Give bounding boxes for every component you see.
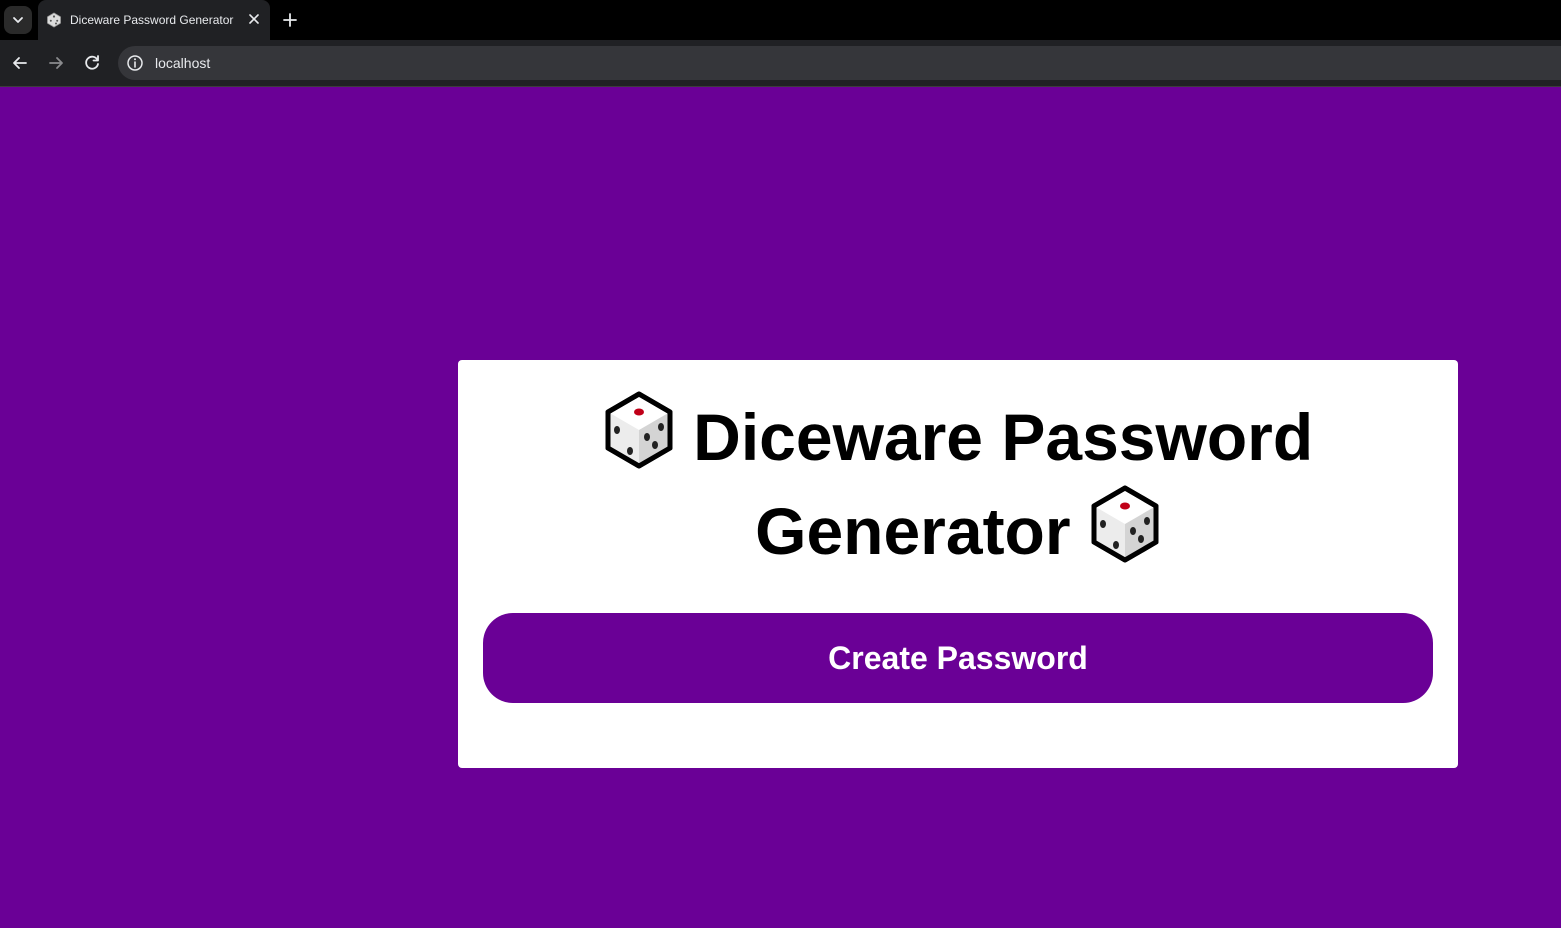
browser-toolbar: localhost	[0, 40, 1561, 87]
reload-icon[interactable]	[80, 51, 104, 75]
info-icon[interactable]	[125, 53, 145, 73]
back-arrow-icon[interactable]	[8, 51, 32, 75]
title-text-1: Diceware Password	[693, 400, 1314, 474]
title-text-2: Generator	[755, 494, 1071, 568]
chevron-down-icon	[13, 17, 23, 23]
page-title: Diceware Password Generator	[458, 390, 1458, 578]
page-title-line-2: Generator	[458, 484, 1458, 578]
browser-tab-active[interactable]: Diceware Password Generator	[38, 0, 270, 40]
plus-icon[interactable]	[280, 10, 300, 30]
address-bar[interactable]: localhost	[118, 46, 1561, 80]
page-background: Diceware Password Generator Create Passw…	[0, 87, 1561, 928]
tab-title: Diceware Password Generator	[70, 13, 234, 27]
browser-tab-strip: Diceware Password Generator	[0, 0, 1561, 40]
create-password-button[interactable]: Create Password	[483, 613, 1433, 703]
dice-favicon-icon	[47, 12, 61, 28]
page-title-line-1: Diceware Password	[458, 390, 1458, 484]
dice-icon	[1091, 485, 1159, 563]
url-text[interactable]: localhost	[155, 55, 210, 71]
tab-search-button[interactable]	[4, 6, 32, 34]
dice-icon	[605, 391, 673, 469]
generator-card: Diceware Password Generator Create Passw…	[458, 360, 1458, 768]
forward-arrow-icon[interactable]	[44, 51, 68, 75]
close-icon[interactable]	[246, 11, 262, 27]
